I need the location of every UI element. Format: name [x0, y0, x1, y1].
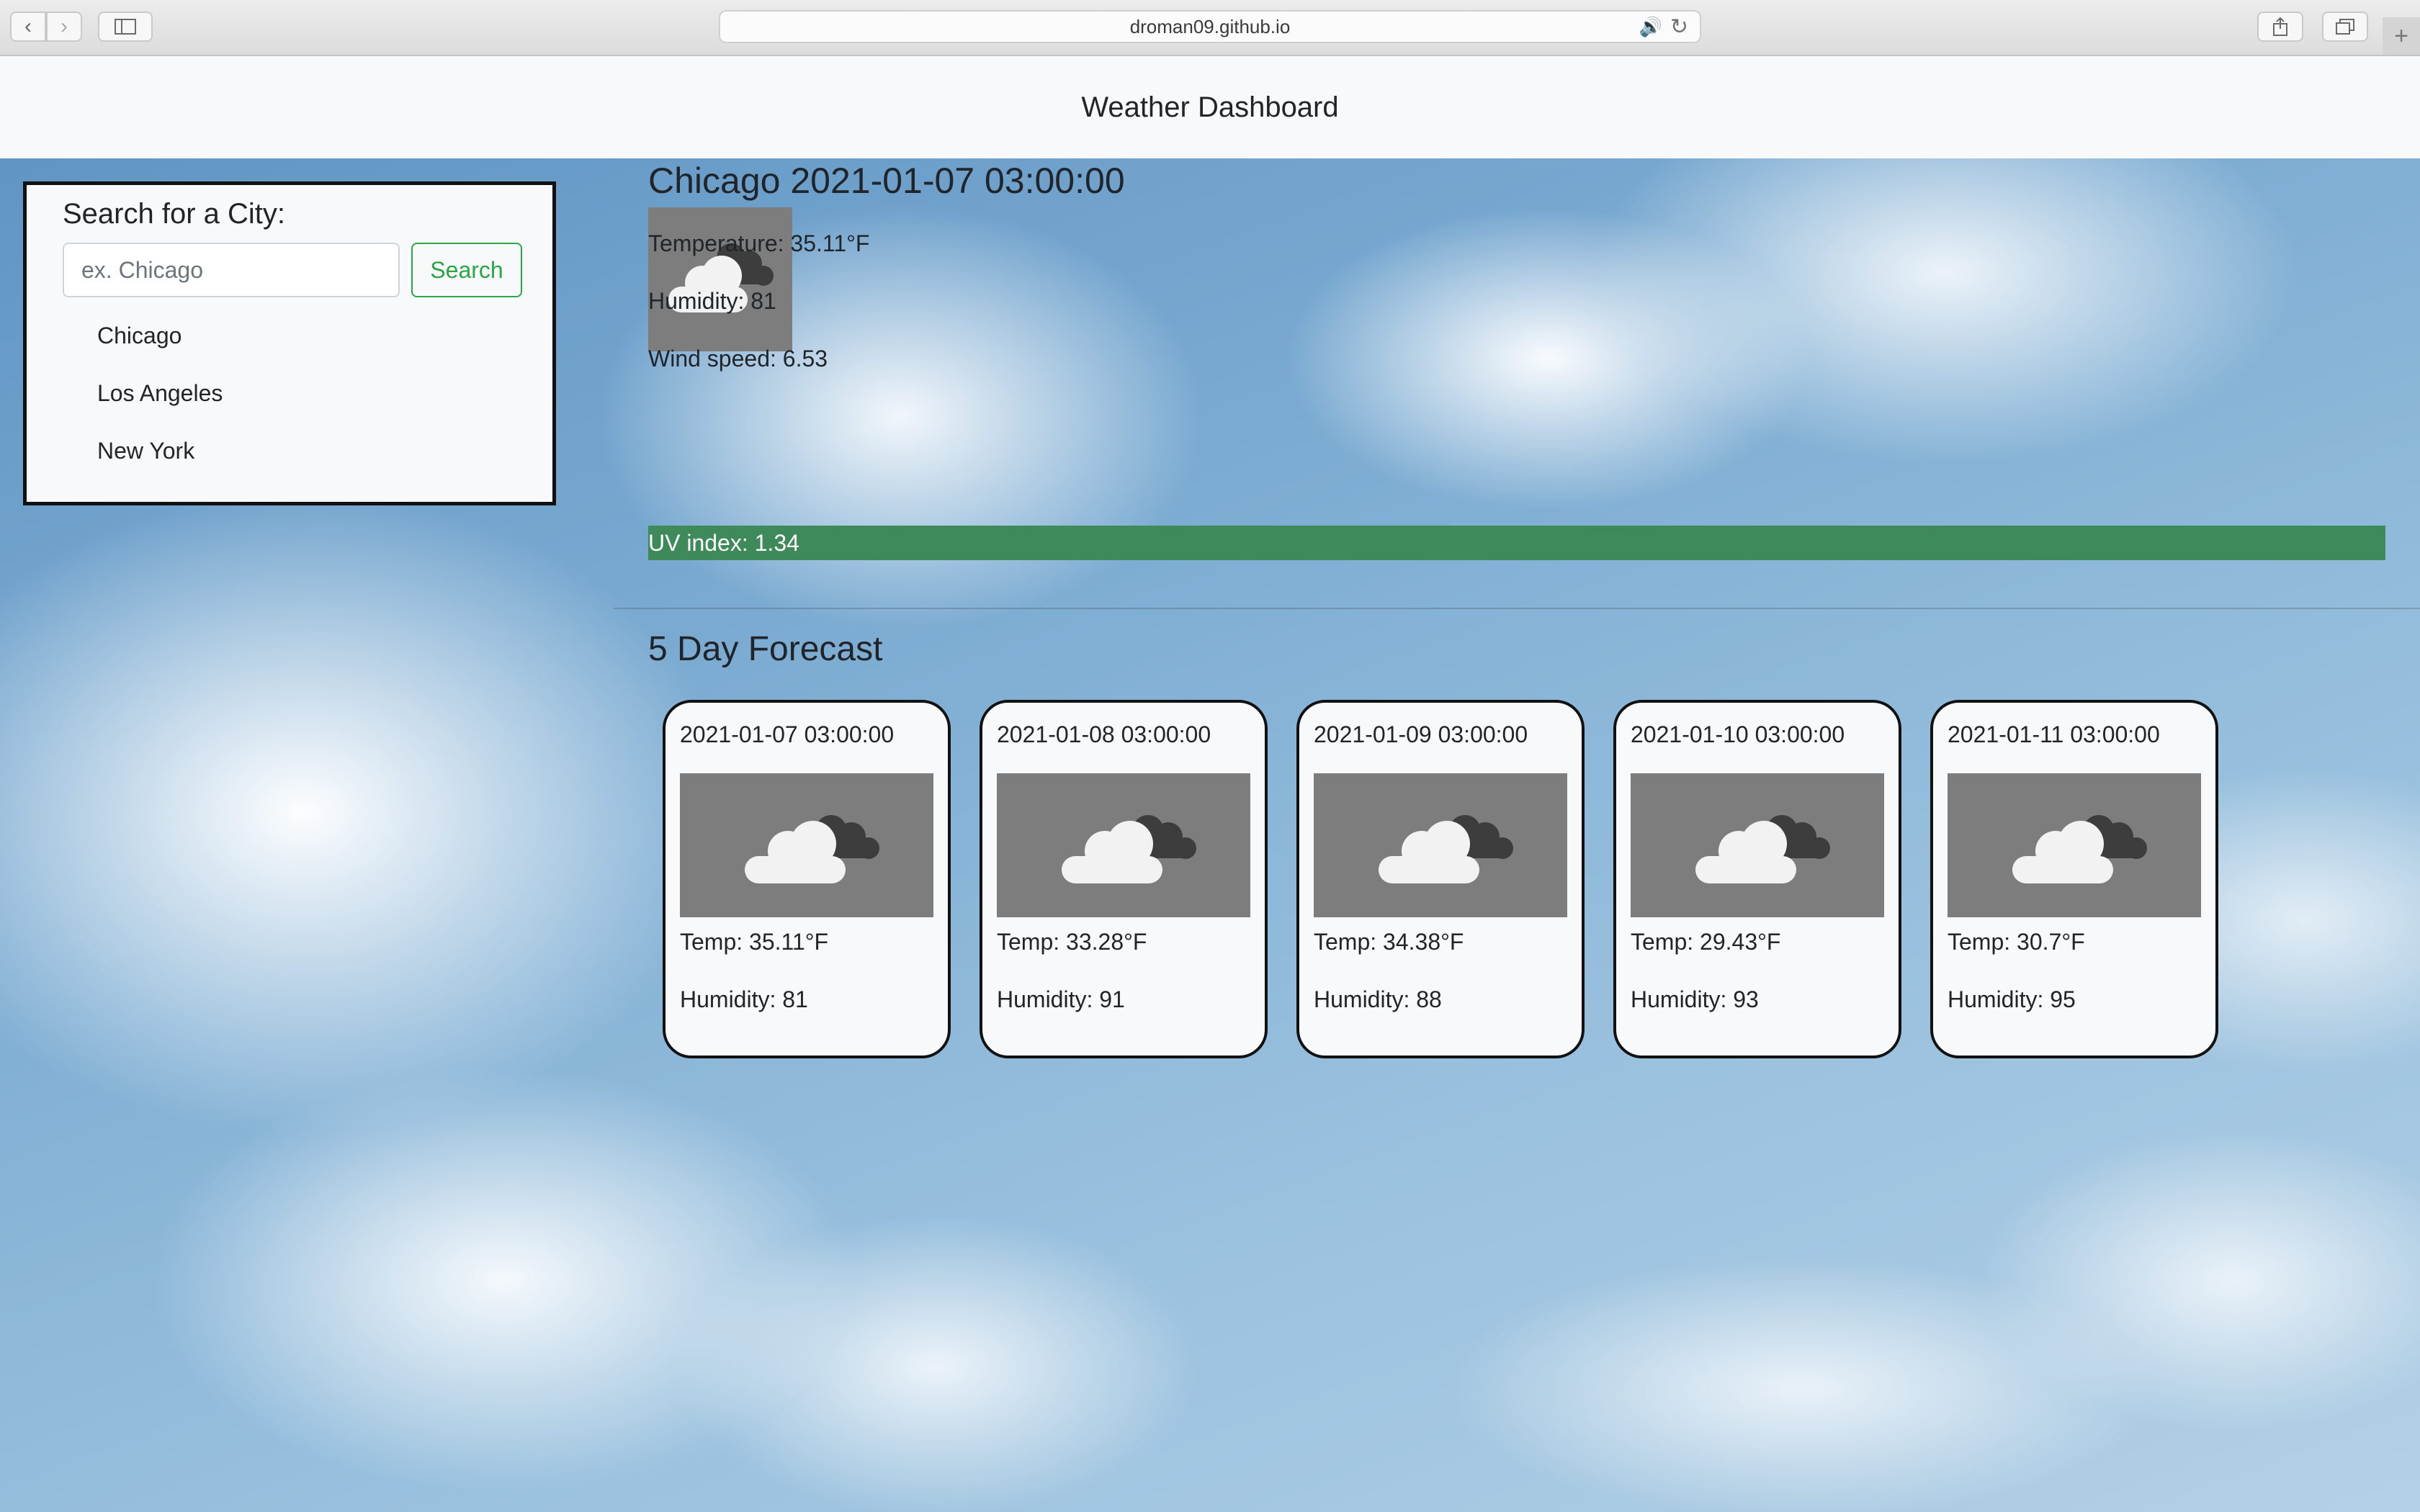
share-button[interactable] — [2257, 12, 2303, 42]
broken-clouds-icon — [648, 207, 792, 351]
sidebar-icon — [115, 19, 136, 35]
browser-toolbar: ‹ › droman09.github.io 🔊 ↻ + — [0, 0, 2420, 56]
page-viewport: Weather Dashboard Search for a City: Sea… — [0, 56, 2420, 1512]
broken-clouds-icon — [1948, 773, 2201, 917]
forecast-temp: Temp: 34.38°F — [1314, 929, 1464, 955]
url-text: droman09.github.io — [1129, 16, 1291, 37]
search-button[interactable]: Search — [411, 243, 522, 297]
forecast-humidity: Humidity: 88 — [1314, 986, 1442, 1012]
address-bar[interactable]: droman09.github.io 🔊 ↻ — [719, 10, 1701, 43]
tabs-icon — [2336, 19, 2354, 35]
page-title: Weather Dashboard — [1081, 91, 1339, 123]
history-item-new-york[interactable]: New York — [97, 437, 223, 495]
search-title: Search for a City: — [63, 198, 286, 230]
forecast-temp: Temp: 30.7°F — [1948, 929, 2085, 955]
forecast-temp: Temp: 29.43°F — [1631, 929, 1781, 955]
speaker-icon[interactable]: 🔊 — [1639, 16, 1662, 38]
history-item-los-angeles[interactable]: Los Angeles — [97, 379, 223, 437]
search-panel: Search for a City: Search Chicago Los An… — [23, 181, 556, 505]
forecast-temp: Temp: 35.11°F — [680, 929, 829, 955]
uv-index-badge: UV index: 1.34 — [648, 526, 2385, 560]
forecast-date: 2021-01-08 03:00:00 — [997, 721, 1211, 747]
forward-button[interactable]: › — [46, 12, 82, 42]
forecast-humidity: Humidity: 95 — [1948, 986, 2076, 1012]
broken-clouds-icon — [1631, 773, 1884, 917]
forecast-card: 2021-01-08 03:00:00 Temp: 33.28°F Humidi… — [980, 700, 1268, 1058]
forecast-date: 2021-01-09 03:00:00 — [1314, 721, 1528, 747]
back-button[interactable]: ‹ — [10, 12, 46, 42]
forecast-title: 5 Day Forecast — [648, 630, 883, 668]
forecast-date: 2021-01-07 03:00:00 — [680, 721, 895, 747]
city-search-input[interactable] — [63, 243, 400, 297]
sidebar-toggle-button[interactable] — [98, 12, 153, 42]
forecast-date: 2021-01-11 03:00:00 — [1948, 721, 2160, 747]
tab-overview-button[interactable] — [2322, 12, 2368, 42]
forecast-date: 2021-01-10 03:00:00 — [1631, 721, 1845, 747]
current-city-heading: Chicago 2021-01-07 03:00:00 — [648, 161, 1125, 201]
forecast-card: 2021-01-07 03:00:00 Temp: 35.11°F Humidi… — [663, 700, 951, 1058]
current-humidity: Humidity: 81 — [648, 288, 776, 314]
current-wind-speed: Wind speed: 6.53 — [648, 346, 828, 372]
plus-icon: + — [2394, 22, 2408, 50]
chevron-left-icon: ‹ — [24, 14, 32, 38]
forecast-card: 2021-01-11 03:00:00 Temp: 30.7°F Humidit… — [1930, 700, 2218, 1058]
share-icon — [2273, 17, 2287, 36]
broken-clouds-icon — [680, 773, 933, 917]
forecast-humidity: Humidity: 91 — [997, 986, 1125, 1012]
forecast-temp: Temp: 33.28°F — [997, 929, 1147, 955]
forecast-humidity: Humidity: 93 — [1631, 986, 1759, 1012]
broken-clouds-icon — [997, 773, 1250, 917]
forecast-card: 2021-01-10 03:00:00 Temp: 29.43°F Humidi… — [1613, 700, 1901, 1058]
forecast-card: 2021-01-09 03:00:00 Temp: 34.38°F Humidi… — [1296, 700, 1585, 1058]
forecast-humidity: Humidity: 81 — [680, 986, 808, 1012]
new-tab-button[interactable]: + — [2383, 17, 2420, 55]
navbar: Weather Dashboard — [0, 56, 2420, 158]
chevron-right-icon: › — [60, 14, 68, 38]
current-temperature: Temperature: 35.11°F — [648, 230, 870, 256]
search-history-list: Chicago Los Angeles New York — [97, 322, 223, 495]
reload-icon[interactable]: ↻ — [1670, 14, 1688, 40]
broken-clouds-icon — [1314, 773, 1567, 917]
section-divider — [614, 608, 2420, 609]
history-item-chicago[interactable]: Chicago — [97, 322, 223, 379]
